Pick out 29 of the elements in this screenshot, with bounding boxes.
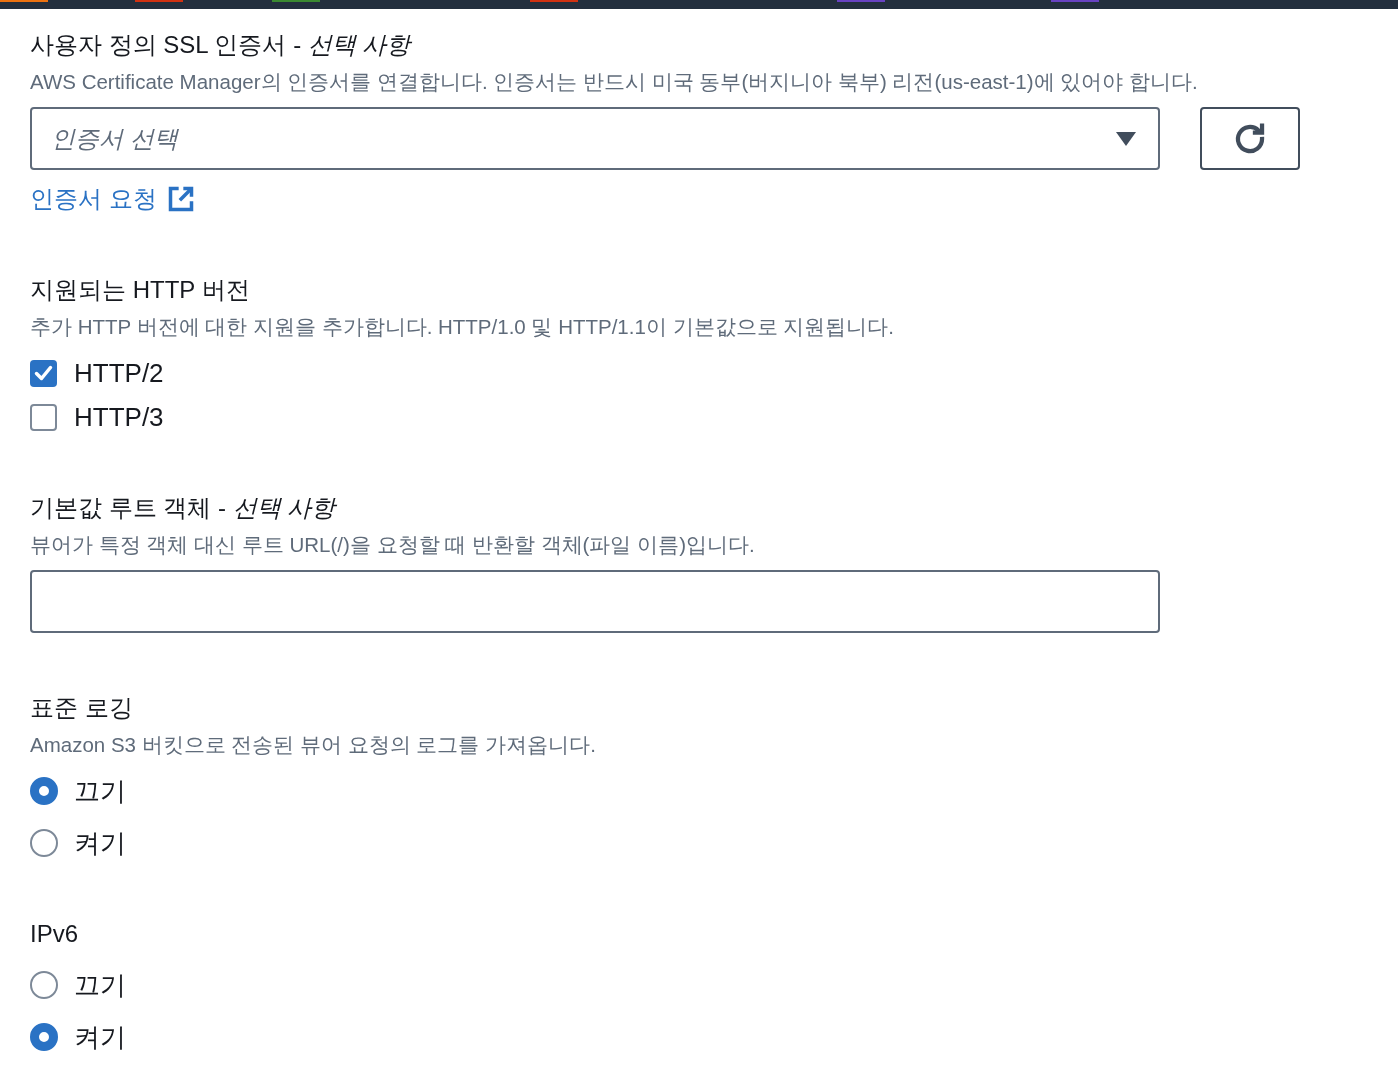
certificate-select[interactable]: 인증서 선택 bbox=[30, 107, 1160, 170]
checkbox[interactable] bbox=[30, 403, 57, 431]
radio-button[interactable] bbox=[30, 829, 58, 857]
refresh-button[interactable] bbox=[1200, 107, 1300, 170]
selected-radio[interactable] bbox=[30, 777, 58, 805]
radio-label[interactable]: 끄기 bbox=[74, 775, 126, 807]
section-title: IPv6 bbox=[30, 919, 79, 949]
section-description: 뷰어가 특정 객체 대신 루트 URL(/)을 요청할 때 반환할 객체(파일 이름)입니다. bbox=[30, 532, 755, 558]
radio-label[interactable]: 켜기 bbox=[74, 1021, 126, 1053]
section-title: 지원되는 HTTP 버전 bbox=[30, 275, 250, 305]
section-title: 표준 로깅 bbox=[30, 693, 133, 723]
section-description: AWS Certificate Manager의 인증서를 연결합니다. 인증서는 반드시 미국 동부(버지니아 북부) 리전(us-east-1)에 있어야 합니다. bbox=[30, 69, 1198, 95]
check-icon bbox=[34, 365, 53, 381]
checked-checkbox[interactable] bbox=[30, 359, 57, 387]
checkbox-label[interactable]: HTTP/3 bbox=[74, 401, 164, 433]
root-object-input[interactable] bbox=[30, 570, 1160, 633]
section-description: 추가 HTTP 버전에 대한 지원을 추가합니다. HTTP/1.0 및 HTTP/1.1이 기본값으로 지원됩니다. bbox=[30, 314, 894, 340]
radio-label[interactable]: 끄기 bbox=[74, 969, 126, 1001]
refresh-icon bbox=[1233, 121, 1267, 156]
checkbox-label[interactable]: HTTP/2 bbox=[74, 357, 164, 389]
section-description: Amazon S3 버킷으로 전송된 뷰어 요청의 로그를 가져옵니다. bbox=[30, 732, 596, 758]
selected-radio[interactable] bbox=[30, 1023, 58, 1051]
radio-label[interactable]: 켜기 bbox=[74, 827, 126, 859]
section-title: 기본값 루트 객체 - 선택 사항 bbox=[30, 493, 336, 523]
external-link-icon bbox=[166, 185, 195, 213]
request-certificate-link[interactable]: 인증서 요청 bbox=[30, 183, 195, 215]
radio-button[interactable] bbox=[30, 971, 58, 999]
section-title: 사용자 정의 SSL 인증서 - 선택 사항 bbox=[30, 30, 411, 60]
caret-down-icon bbox=[1116, 131, 1136, 146]
